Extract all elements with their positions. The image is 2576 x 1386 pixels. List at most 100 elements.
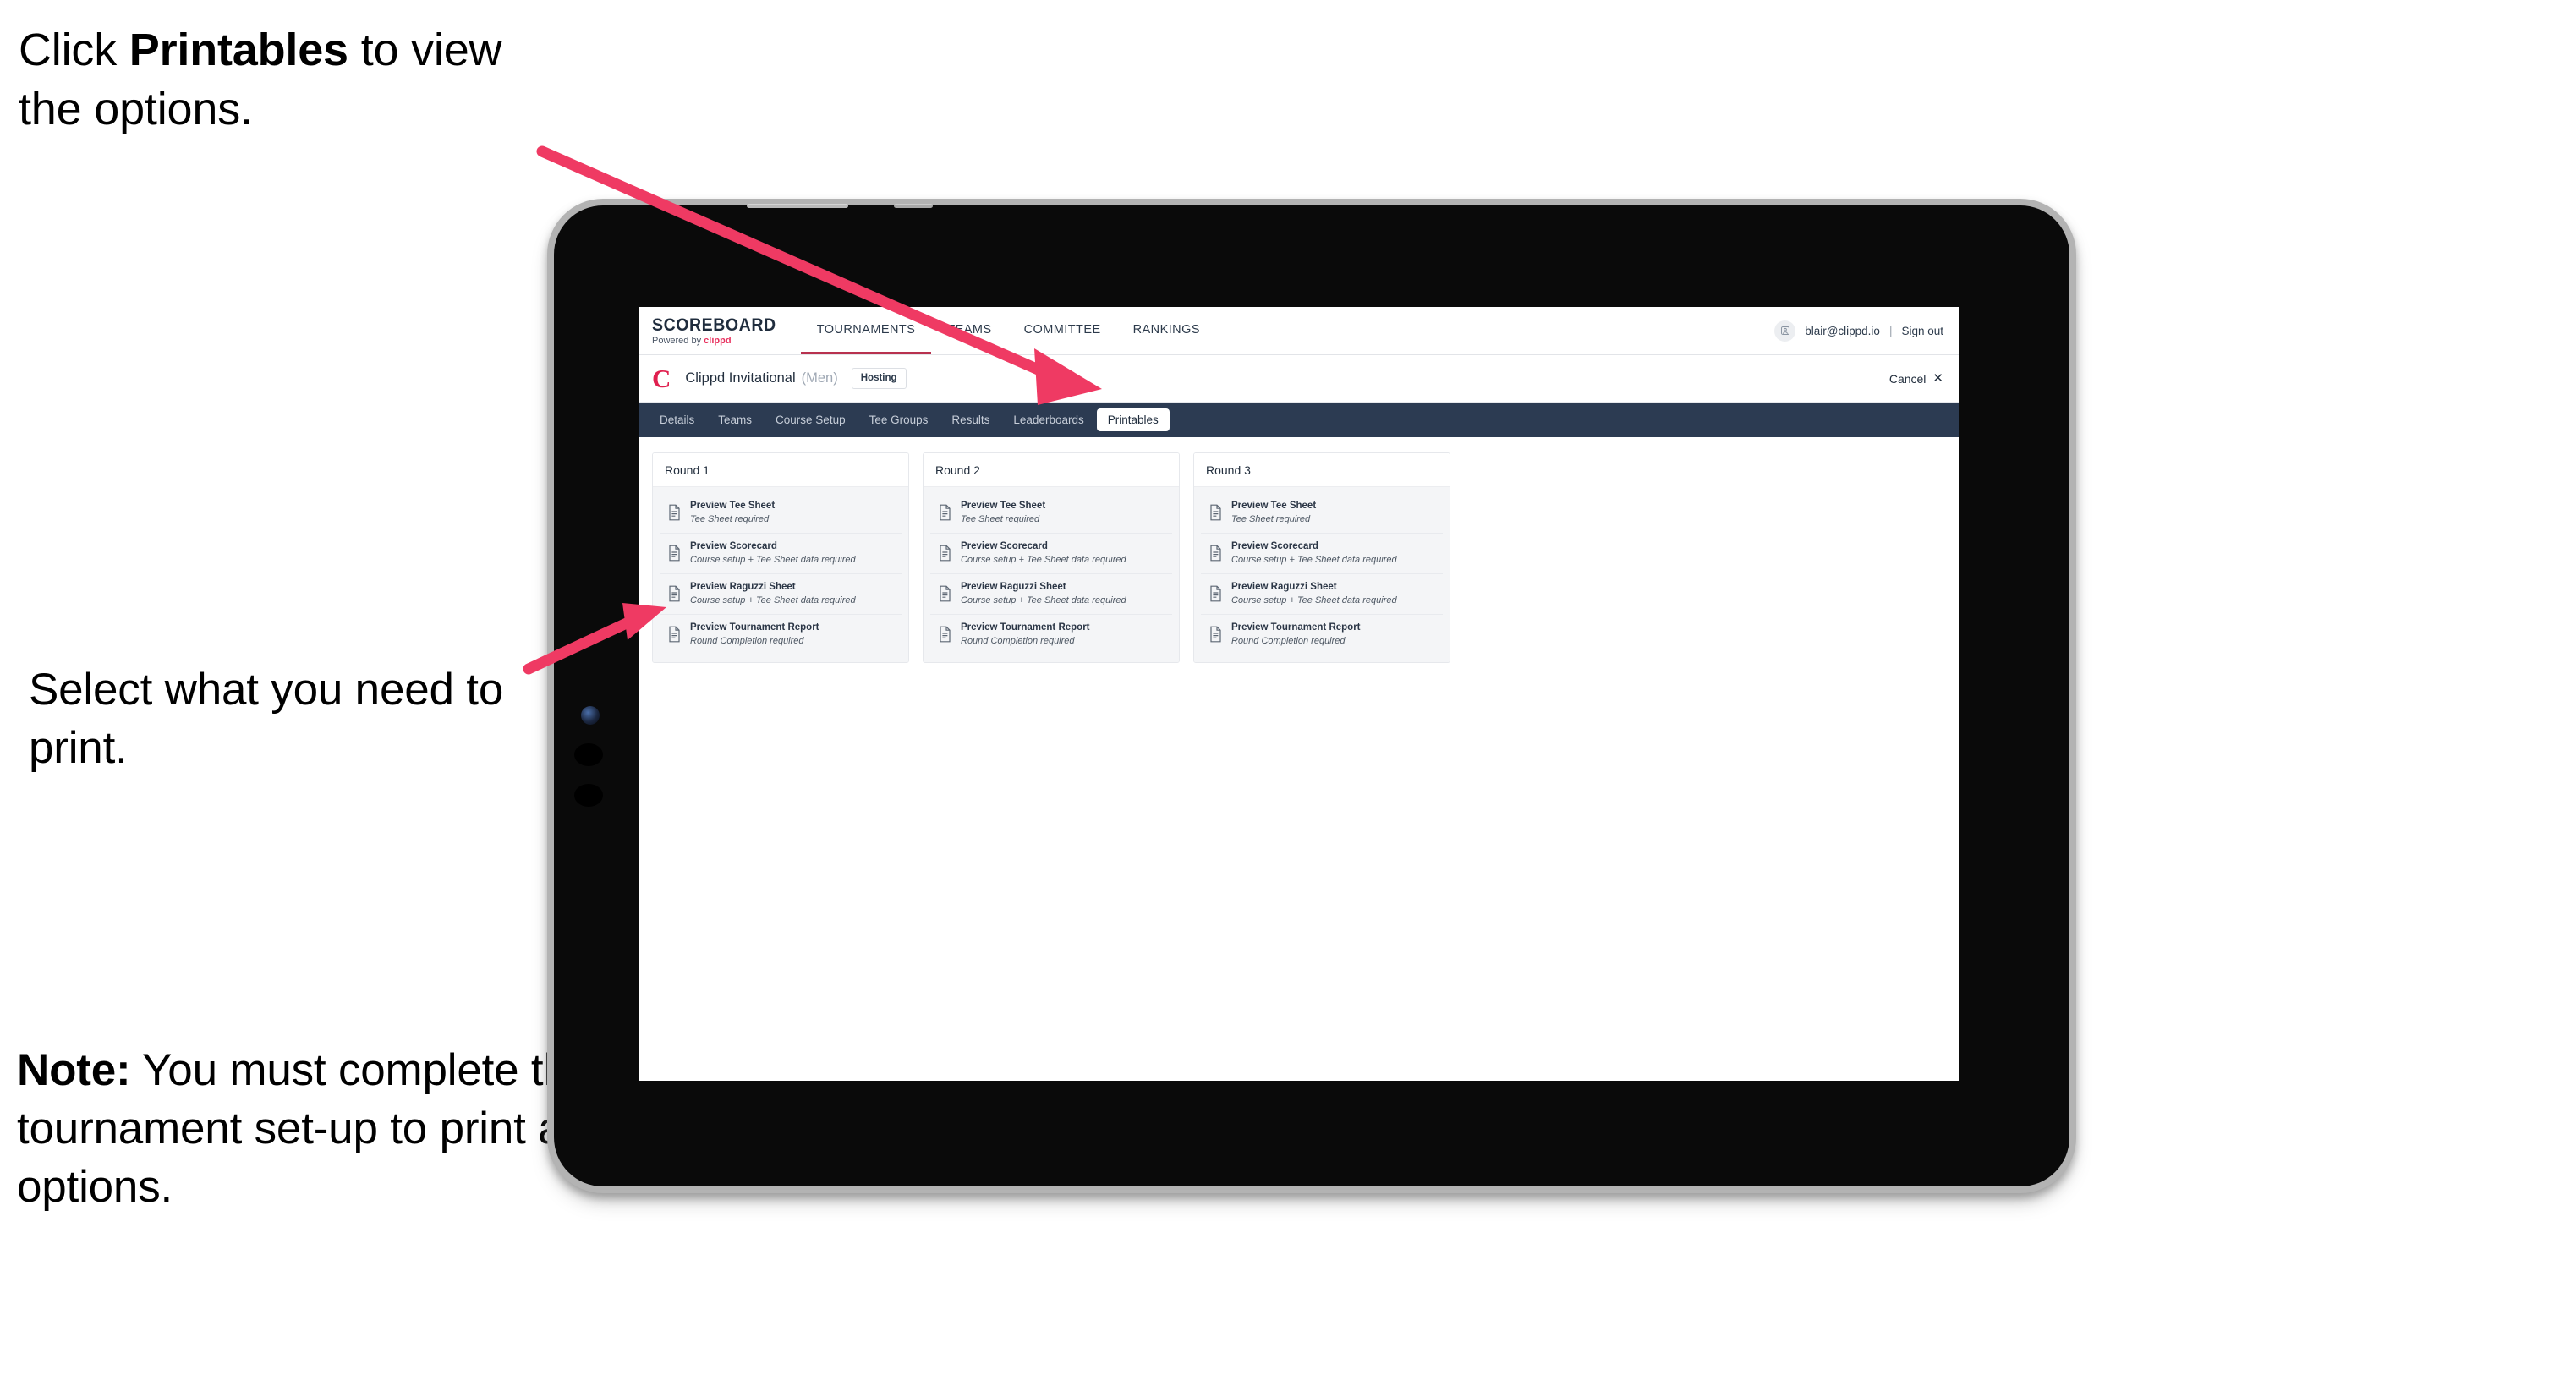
printable-requirement: Course setup + Tee Sheet data required xyxy=(1231,594,1397,605)
printable-title: Preview Raguzzi Sheet xyxy=(690,581,796,592)
user-area: blair@clippd.io | Sign out xyxy=(1774,307,1959,354)
tablet-device-frame: SCOREBOARD Powered by clippd TOURNAMENTS… xyxy=(554,204,2069,1186)
printable-row-tournament-report[interactable]: Preview Tournament Report Round Completi… xyxy=(930,614,1172,655)
printable-title: Preview Tournament Report xyxy=(961,622,1090,633)
printable-title: Preview Tournament Report xyxy=(690,622,819,633)
printable-row-tournament-report[interactable]: Preview Tournament Report Round Completi… xyxy=(660,614,902,655)
printable-row-tee-sheet[interactable]: Preview Tee Sheet Tee Sheet required xyxy=(1201,493,1443,534)
printable-title: Preview Raguzzi Sheet xyxy=(1231,581,1337,592)
printable-requirement: Course setup + Tee Sheet data required xyxy=(690,594,856,605)
annotation-click-bold: Printables xyxy=(129,25,348,75)
hosting-badge: Hosting xyxy=(851,367,907,390)
scoreboard-logo[interactable]: SCOREBOARD Powered by clippd xyxy=(639,307,801,354)
nav-tournaments[interactable]: TOURNAMENTS xyxy=(800,307,932,354)
document-icon xyxy=(938,504,952,521)
document-icon xyxy=(1209,626,1223,643)
printable-title: Preview Tee Sheet xyxy=(690,501,776,511)
user-email: blair@clippd.io xyxy=(1805,324,1880,337)
tab-details[interactable]: Details xyxy=(649,408,705,431)
annotation-note-bold: Note: xyxy=(17,1045,131,1095)
annotation-select-print: Select what you need to print. xyxy=(29,665,504,773)
user-avatar-icon[interactable] xyxy=(1774,320,1796,342)
printable-requirement: Round Completion required xyxy=(690,635,804,646)
document-icon xyxy=(938,626,952,643)
printable-row-raguzzi-sheet[interactable]: Preview Raguzzi Sheet Course setup + Tee… xyxy=(1201,573,1443,615)
tab-leaderboards[interactable]: Leaderboards xyxy=(1002,408,1094,431)
tab-course-setup[interactable]: Course Setup xyxy=(765,408,857,431)
sign-out-link[interactable]: Sign out xyxy=(1901,325,1943,337)
tab-results[interactable]: Results xyxy=(940,408,1000,431)
tab-teams[interactable]: Teams xyxy=(707,408,763,431)
printable-title: Preview Scorecard xyxy=(961,540,1048,551)
tab-tee-groups[interactable]: Tee Groups xyxy=(858,408,940,431)
tab-printables[interactable]: Printables xyxy=(1096,408,1170,431)
printable-requirement: Course setup + Tee Sheet data required xyxy=(1231,554,1397,565)
top-nav-items: TOURNAMENTS TEAMS COMMITTEE RANKINGS xyxy=(800,307,1216,354)
printable-requirement: Course setup + Tee Sheet data required xyxy=(690,554,856,565)
tournament-gender: (Men) xyxy=(801,370,838,386)
document-icon xyxy=(667,504,682,521)
round-column: Round 3 Preview Tee Sheet Tee Sheet requ… xyxy=(1193,452,1450,663)
camera-icon xyxy=(581,706,600,725)
printable-row-tee-sheet[interactable]: Preview Tee Sheet Tee Sheet required xyxy=(930,493,1172,534)
round-items: Preview Tee Sheet Tee Sheet required Pre… xyxy=(924,487,1179,662)
brand-name: SCOREBOARD xyxy=(652,315,776,335)
tablet-speaker-slit xyxy=(747,204,848,208)
printable-requirement: Course setup + Tee Sheet data required xyxy=(961,554,1126,565)
round-items: Preview Tee Sheet Tee Sheet required Pre… xyxy=(653,487,908,662)
round-title: Round 1 xyxy=(653,453,908,487)
round-items: Preview Tee Sheet Tee Sheet required Pre… xyxy=(1194,487,1450,662)
document-icon xyxy=(667,585,682,602)
document-icon xyxy=(938,545,952,562)
brand-tagline: Powered by clippd xyxy=(652,335,786,346)
round-column: Round 1 Preview Tee Sheet Tee Sheet requ… xyxy=(652,452,909,663)
app-screen: SCOREBOARD Powered by clippd TOURNAMENTS… xyxy=(639,307,1959,1081)
printable-title: Preview Tee Sheet xyxy=(1231,501,1317,511)
document-icon xyxy=(938,585,952,602)
sensor-dot-icon xyxy=(574,743,603,766)
printable-requirement: Course setup + Tee Sheet data required xyxy=(961,594,1126,605)
user-separator: | xyxy=(1888,324,1893,337)
printable-title: Preview Tee Sheet xyxy=(961,501,1046,511)
brand-tagline-clippd: clippd xyxy=(704,335,732,346)
printable-row-tee-sheet[interactable]: Preview Tee Sheet Tee Sheet required xyxy=(660,493,902,534)
printable-requirement: Round Completion required xyxy=(961,635,1075,646)
round-title: Round 3 xyxy=(1194,453,1450,487)
nav-rankings[interactable]: RANKINGS xyxy=(1117,307,1216,354)
printable-requirement: Tee Sheet required xyxy=(1231,513,1311,524)
printable-requirement: Tee Sheet required xyxy=(961,513,1040,524)
printable-row-scorecard[interactable]: Preview Scorecard Course setup + Tee She… xyxy=(1201,533,1443,574)
printable-title: Preview Tournament Report xyxy=(1231,622,1361,633)
screenshot-root: Click Printables to view the options. Se… xyxy=(0,0,2576,1386)
document-icon xyxy=(667,545,682,562)
printable-row-tournament-report[interactable]: Preview Tournament Report Round Completi… xyxy=(1201,614,1443,655)
nav-committee[interactable]: COMMITTEE xyxy=(1008,307,1117,354)
printable-requirement: Tee Sheet required xyxy=(690,513,770,524)
printable-requirement: Round Completion required xyxy=(1231,635,1346,646)
round-column: Round 2 Preview Tee Sheet Tee Sheet requ… xyxy=(923,452,1180,663)
printable-title: Preview Raguzzi Sheet xyxy=(961,581,1066,592)
document-icon xyxy=(667,626,682,643)
rounds-grid: Round 1 Preview Tee Sheet Tee Sheet requ… xyxy=(639,437,1959,663)
printable-title: Preview Scorecard xyxy=(690,540,777,551)
printable-row-raguzzi-sheet[interactable]: Preview Raguzzi Sheet Course setup + Tee… xyxy=(660,573,902,615)
top-navigation-bar: SCOREBOARD Powered by clippd TOURNAMENTS… xyxy=(639,307,1959,355)
printable-row-scorecard[interactable]: Preview Scorecard Course setup + Tee She… xyxy=(660,533,902,574)
nav-teams[interactable]: TEAMS xyxy=(931,307,1007,354)
printable-title: Preview Scorecard xyxy=(1231,540,1318,551)
tournament-name: Clippd Invitational xyxy=(685,370,796,386)
tournament-subtab-bar: Details Teams Course Setup Tee Groups Re… xyxy=(639,403,1959,437)
document-icon xyxy=(1209,585,1223,602)
sensor-dot-icon xyxy=(574,784,603,807)
annotation-click-printables: Click Printables to view the options. xyxy=(19,20,577,139)
document-icon xyxy=(1209,504,1223,521)
clippd-c-logo: C xyxy=(652,364,671,393)
close-x-icon: ✕ xyxy=(1932,371,1943,386)
brand-tagline-prefix: Powered by xyxy=(652,335,704,346)
tablet-sensor-slit xyxy=(894,204,933,208)
cancel-label: Cancel xyxy=(1888,371,1927,386)
tournament-header: C Clippd Invitational (Men) Hosting Canc… xyxy=(639,355,1959,403)
printable-row-scorecard[interactable]: Preview Scorecard Course setup + Tee She… xyxy=(930,533,1172,574)
cancel-button[interactable]: Cancel ✕ xyxy=(1889,372,1943,386)
printable-row-raguzzi-sheet[interactable]: Preview Raguzzi Sheet Course setup + Tee… xyxy=(930,573,1172,615)
